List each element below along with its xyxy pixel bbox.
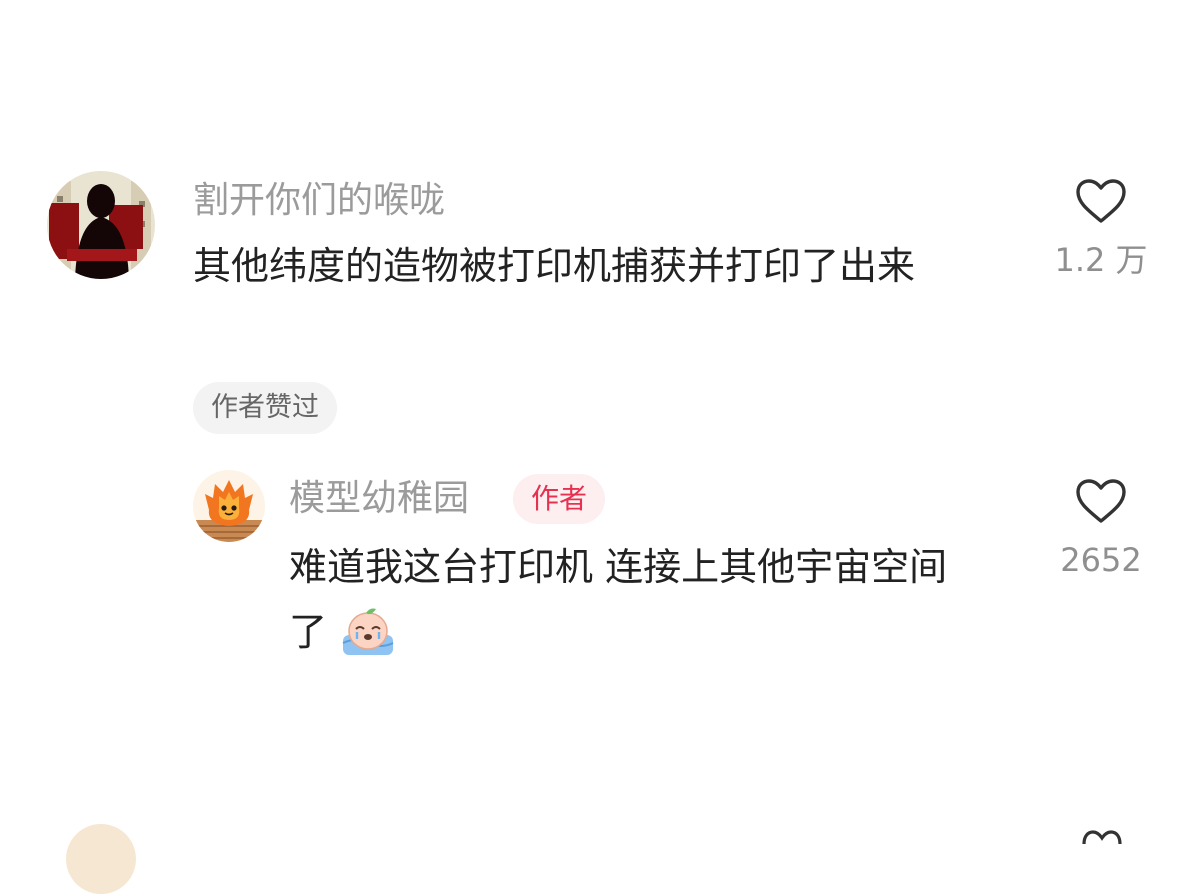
- avatar[interactable]: [47, 171, 155, 279]
- username[interactable]: 割开你们的喉咙: [193, 179, 445, 223]
- heart-outline-icon[interactable]: [1075, 178, 1127, 224]
- like-count: 2652: [1060, 541, 1142, 579]
- reply-text-end: 了: [289, 610, 328, 654]
- like-count: 1.2 万: [1054, 241, 1148, 279]
- like-control[interactable]: 1.2 万: [1036, 178, 1166, 280]
- avatar[interactable]: [66, 824, 136, 894]
- like-control[interactable]: 2652: [1036, 478, 1166, 580]
- author-badge: 作者: [513, 474, 606, 524]
- author-liked-badge: 作者赞过: [193, 382, 337, 434]
- reply-text-line: 难道我这台打印机 连接上其他宇宙空间: [289, 545, 948, 589]
- dark-silhouette-avatar-icon: [47, 171, 155, 279]
- fire-spirit-avatar-icon: [193, 470, 265, 542]
- reply-text-line: 了: [289, 600, 395, 664]
- heart-outline-icon[interactable]: [1075, 478, 1127, 524]
- heart-outline-icon[interactable]: [1080, 826, 1124, 846]
- avatar[interactable]: [193, 470, 265, 542]
- crying-peach-emoji-icon: [342, 608, 394, 655]
- comment-text: 其他纬度的造物被打印机捕获并打印了出来: [193, 244, 916, 288]
- username[interactable]: 模型幼稚园: [289, 477, 469, 521]
